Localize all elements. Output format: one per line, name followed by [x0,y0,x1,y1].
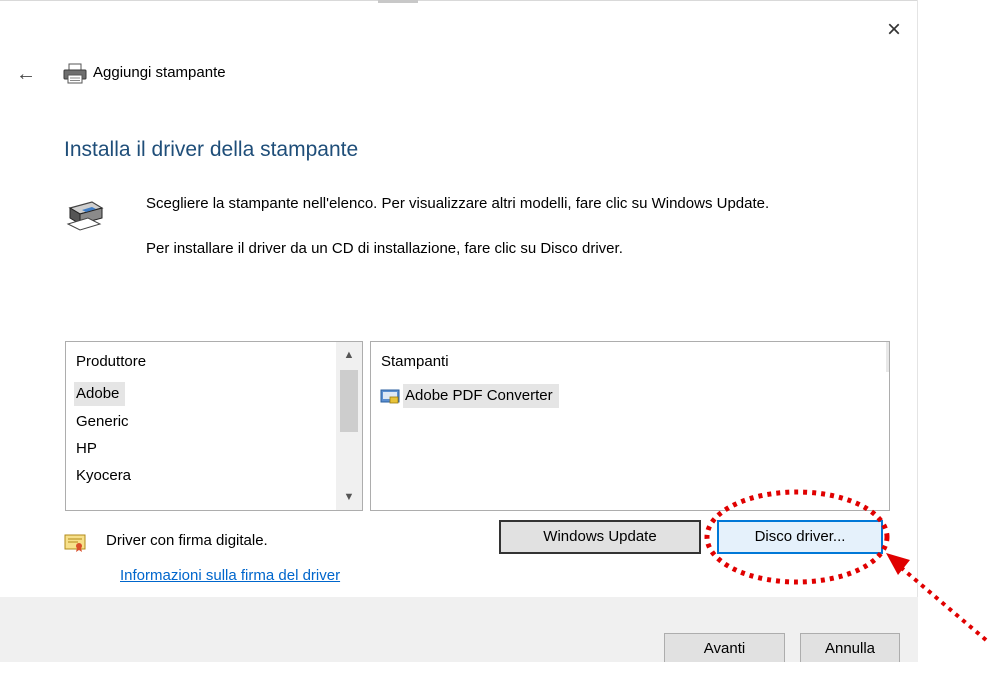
printer-icon [62,198,110,236]
list-item[interactable]: Adobe [74,382,126,406]
next-button[interactable]: Avanti [664,633,785,664]
printer-icon [62,63,88,85]
back-arrow-icon: ← [16,63,36,85]
scroll-track [886,342,889,372]
window-right-border [917,0,918,682]
annotation-arrow-head [886,553,910,575]
back-button[interactable]: ← [12,60,40,88]
window-bottom-margin [0,662,918,682]
signed-driver-text: Driver con firma digitale. [106,532,268,549]
window-top-border [0,0,918,1]
window-title: Aggiungi stampante [93,64,226,81]
page-title: Installa il driver della stampante [64,138,359,161]
printer-icon [380,388,400,404]
manufacturer-list-header: Produttore [76,353,147,370]
list-item-partial[interactable] [76,494,80,510]
close-button[interactable]: × [880,16,908,44]
window-top-shadow [378,0,418,3]
driver-signature-link[interactable]: Informazioni sulla firma del driver [120,567,340,584]
instruction-text: Per installare il driver da un CD di ins… [146,240,623,257]
chevron-up-icon[interactable]: ▲ [336,342,362,368]
certificate-icon [64,533,86,553]
windows-update-button[interactable]: Windows Update [499,520,701,554]
manufacturer-list[interactable]: Produttore Adobe Generic HP Kyocera ▲ ▼ [65,341,363,511]
cancel-button[interactable]: Annulla [800,633,900,664]
instruction-text: Scegliere la stampante nell'elenco. Per … [146,195,770,212]
chevron-down-icon[interactable]: ▼ [336,484,362,510]
list-item[interactable]: Generic [76,410,129,434]
list-item[interactable]: HP [76,437,97,461]
printer-list[interactable]: Stampanti Adobe PDF Converter [370,341,890,511]
list-item[interactable]: Kyocera [76,464,131,488]
list-item[interactable]: Adobe PDF Converter [403,384,559,408]
close-icon: × [886,16,901,43]
manufacturer-scrollbar[interactable]: ▲ ▼ [336,342,362,510]
disk-driver-button[interactable]: Disco driver... [717,520,883,554]
printer-list-header: Stampanti [381,353,449,370]
scroll-thumb[interactable] [340,370,358,432]
